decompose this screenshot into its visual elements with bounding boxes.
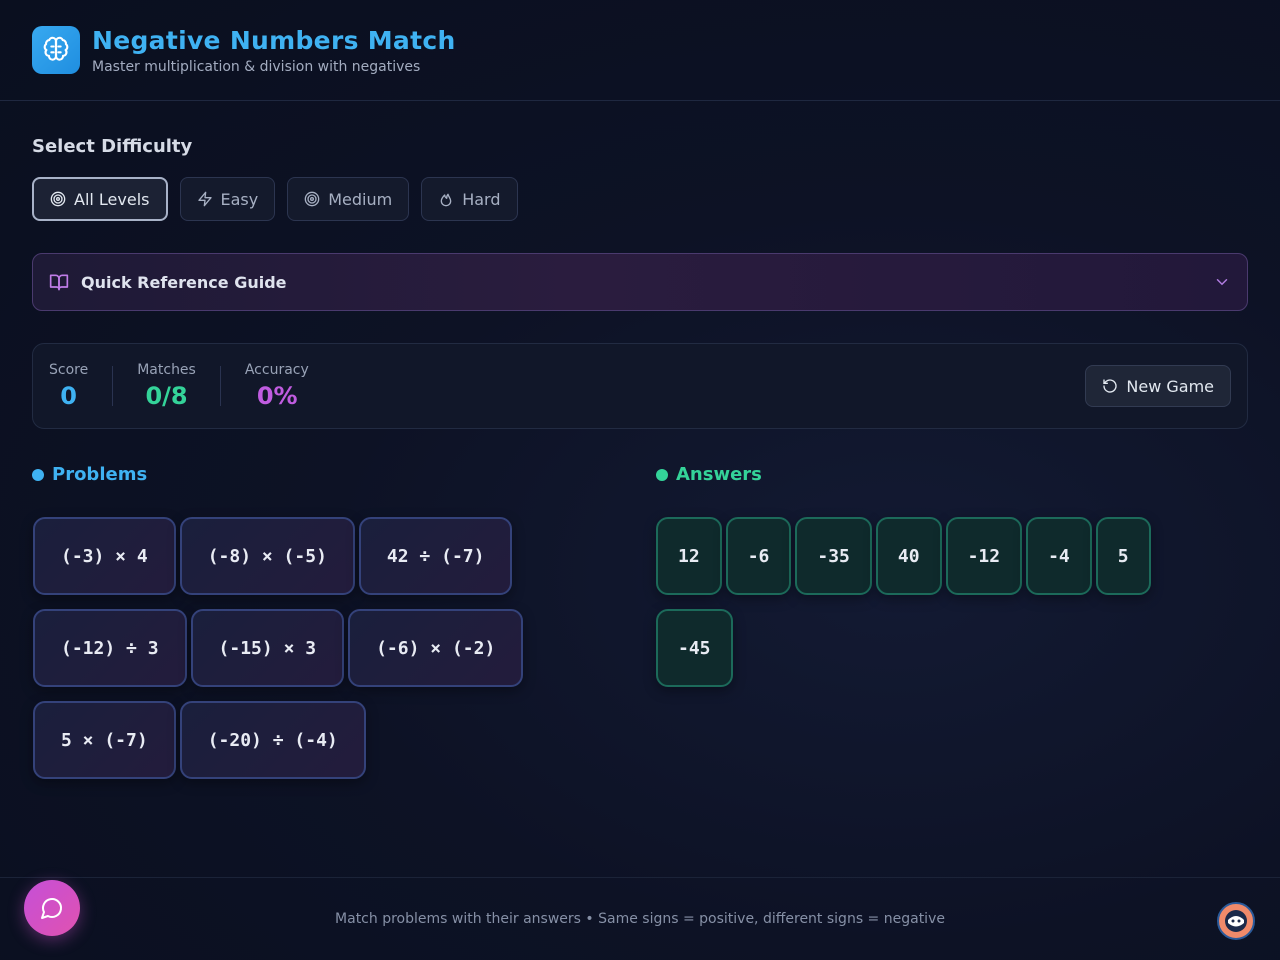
answer-card[interactable]: 5 [1095,517,1151,595]
problem-card[interactable]: (-12) ÷ 3 [33,609,187,687]
difficulty-all-levels-button[interactable]: All Levels [32,177,168,221]
app-subtitle: Master multiplication & division with ne… [92,58,421,75]
accuracy-stat: Accuracy 0% [245,362,309,410]
score-value: 0 [60,382,77,410]
problems-grid: (-3) × 4 (-8) × (-5) 42 ÷ (-7) (-12) ÷ 3… [33,517,553,779]
difficulty-label: All Levels [74,189,150,209]
answers-heading-label: Answers [676,464,762,485]
difficulty-medium-button[interactable]: Medium [287,177,410,221]
matches-label: Matches [137,362,196,378]
blue-dot-icon [32,468,44,481]
answer-card[interactable]: 12 [656,517,722,595]
app-header: Negative Numbers Match Master multiplica… [0,0,1280,101]
answer-card[interactable]: -35 [795,517,872,595]
answers-heading: Answers [656,464,762,485]
quick-reference-label: Quick Reference Guide [81,272,287,292]
quick-reference-toggle[interactable]: Quick Reference Guide [32,253,1248,311]
avatar[interactable] [1217,902,1255,940]
footer: Match problems with their answers • Same… [0,877,1280,960]
score-stat: Score 0 [49,362,88,410]
difficulty-label: Hard [462,189,501,209]
difficulty-hard-button[interactable]: Hard [421,177,518,221]
new-game-label: New Game [1126,376,1214,396]
answer-card[interactable]: -4 [1026,517,1092,595]
book-icon [49,274,69,291]
chat-bubble-icon [41,898,62,919]
problem-card[interactable]: (-20) ÷ (-4) [179,701,366,779]
divider [112,366,114,406]
answers-grid: 12 -6 -35 40 -12 -4 5 -45 [656,517,1216,687]
chat-button[interactable] [24,880,80,936]
difficulty-label: Medium [328,189,393,209]
problem-card[interactable]: (-15) × 3 [190,609,345,687]
answer-card[interactable]: 40 [875,517,942,595]
difficulty-heading: Select Difficulty [32,136,193,157]
problems-heading: Problems [32,464,147,485]
matches-value: 0/8 [145,382,188,410]
score-label: Score [49,362,89,378]
new-game-button[interactable]: New Game [1085,365,1231,407]
app-title: Negative Numbers Match [92,25,456,55]
problems-heading-label: Problems [52,464,148,485]
flame-icon [440,193,452,207]
problem-card[interactable]: (-6) × (-2) [348,609,524,687]
problem-card[interactable]: 42 ÷ (-7) [358,517,513,595]
chevron-down-icon [1216,279,1228,286]
target-icon [50,191,66,207]
lightning-icon [197,191,212,207]
mascot-face-icon [1225,910,1247,932]
green-dot-icon [656,468,668,481]
answer-card[interactable]: -6 [725,517,792,595]
accuracy-label: Accuracy [244,362,309,378]
difficulty-selector: All Levels Easy Medium Hard [32,177,518,221]
problem-card[interactable]: (-8) × (-5) [179,517,355,595]
refresh-icon [1103,379,1118,393]
difficulty-label: Easy [220,189,259,209]
matches-stat: Matches 0/8 [137,362,196,410]
answer-card[interactable]: -45 [656,609,733,687]
footer-hint: Match problems with their answers • Same… [335,911,945,927]
stats-panel: Score 0 Matches 0/8 Accuracy 0% New Game [32,343,1248,429]
difficulty-easy-button[interactable]: Easy [179,177,276,221]
problem-card[interactable]: (-3) × 4 [33,517,176,595]
accuracy-value: 0% [256,382,298,410]
target-icon [304,191,320,207]
answer-card[interactable]: -12 [945,517,1023,595]
brain-icon [32,26,80,74]
divider [219,366,221,406]
problem-card[interactable]: 5 × (-7) [33,701,176,779]
